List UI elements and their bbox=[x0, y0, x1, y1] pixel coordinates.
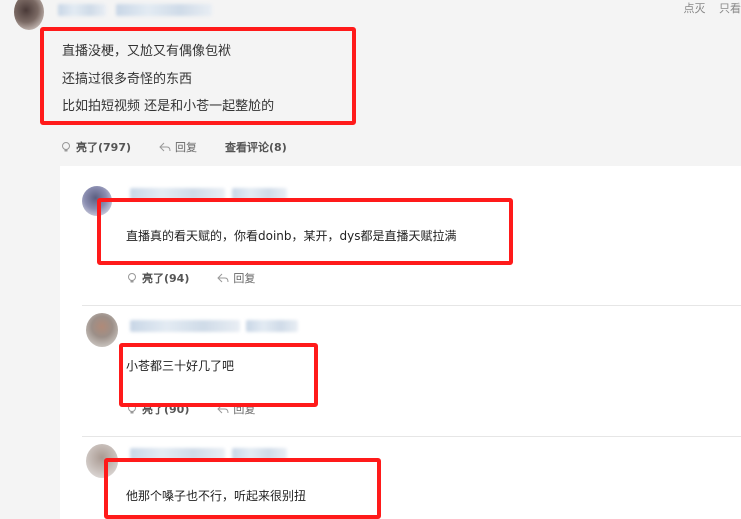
highlight-box bbox=[40, 27, 356, 125]
reply-button[interactable]: 回复 bbox=[217, 270, 255, 286]
reply-actions: 亮了(94) 回复 bbox=[126, 270, 283, 286]
top-right-links: 点灭 只看 bbox=[674, 0, 741, 16]
user-meta-blurred bbox=[116, 4, 212, 16]
like-label: 亮了(797) bbox=[76, 141, 132, 154]
like-button[interactable]: 亮了(797) bbox=[60, 139, 131, 155]
lightbulb-icon bbox=[62, 142, 70, 152]
reply-arrow-icon bbox=[217, 273, 229, 283]
reply-arrow-icon bbox=[159, 142, 171, 152]
reply-label: 回复 bbox=[175, 141, 198, 154]
like-button[interactable]: 亮了(94) bbox=[126, 270, 189, 286]
avatar[interactable] bbox=[14, 0, 44, 30]
view-comments-button[interactable]: 查看评论(8) bbox=[225, 139, 287, 155]
comment-actions: 亮了(797) 回复 查看评论(8) bbox=[60, 139, 315, 155]
username-blurred bbox=[58, 4, 106, 16]
light-off-link[interactable]: 点灭 bbox=[684, 2, 706, 15]
reply-username-blurred bbox=[130, 320, 240, 332]
highlight-box bbox=[104, 458, 381, 519]
only-view-link[interactable]: 只看 bbox=[719, 2, 741, 15]
divider bbox=[82, 305, 741, 306]
highlight-box bbox=[119, 343, 318, 407]
highlight-box bbox=[97, 198, 513, 265]
reply-avatar[interactable] bbox=[86, 313, 118, 347]
divider bbox=[82, 436, 741, 437]
reply-meta-blurred bbox=[246, 320, 298, 332]
lightbulb-icon bbox=[128, 273, 136, 283]
reply-label: 回复 bbox=[233, 272, 256, 285]
reply-button[interactable]: 回复 bbox=[159, 139, 197, 155]
like-label: 亮了(94) bbox=[142, 272, 190, 285]
